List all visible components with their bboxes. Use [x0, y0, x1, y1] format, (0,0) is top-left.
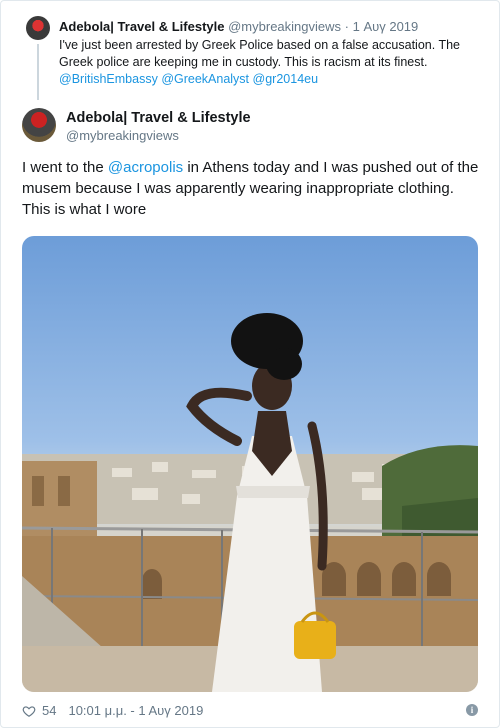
mention-link-acropolis[interactable]: @acropolis [108, 159, 183, 176]
parent-header: Adebola| Travel & Lifestyle @mybreakingv… [59, 19, 418, 34]
parent-tweet-text: I've just been arrested by Greek Police … [59, 37, 489, 88]
thread-connector-line [37, 44, 39, 100]
parent-separator: · [344, 19, 349, 34]
tweet-text: I went to the @acropolis in Athens today… [22, 157, 482, 220]
heart-icon[interactable] [22, 704, 36, 718]
parent-date[interactable]: 1 Αυγ 2019 [353, 19, 419, 34]
like-count[interactable]: 54 [42, 703, 56, 718]
parent-handle[interactable]: @mybreakingviews [228, 19, 341, 34]
parent-avatar[interactable] [26, 16, 50, 40]
parent-author-name[interactable]: Adebola| Travel & Lifestyle [59, 19, 224, 34]
author-handle[interactable]: @mybreakingviews [66, 128, 179, 143]
tweet-footer: 54 10:01 μ.μ. - 1 Αυγ 2019 [22, 703, 203, 718]
tweet-timestamp[interactable]: 10:01 μ.μ. - 1 Αυγ 2019 [68, 703, 203, 718]
author-name[interactable]: Adebola| Travel & Lifestyle [66, 110, 251, 126]
photo-illustration [22, 313, 478, 692]
mention-link[interactable]: @BritishEmbassy [59, 72, 158, 86]
mention-link[interactable]: @GreekAnalyst [161, 72, 249, 86]
tweet-photo[interactable] [22, 236, 478, 692]
parent-text-body: I've just been arrested by Greek Police … [59, 38, 461, 69]
mention-link[interactable]: @gr2014eu [253, 72, 319, 86]
info-icon[interactable]: i [466, 704, 478, 716]
author-avatar[interactable] [22, 108, 56, 142]
tweet-text-start: I went to the [22, 159, 108, 176]
